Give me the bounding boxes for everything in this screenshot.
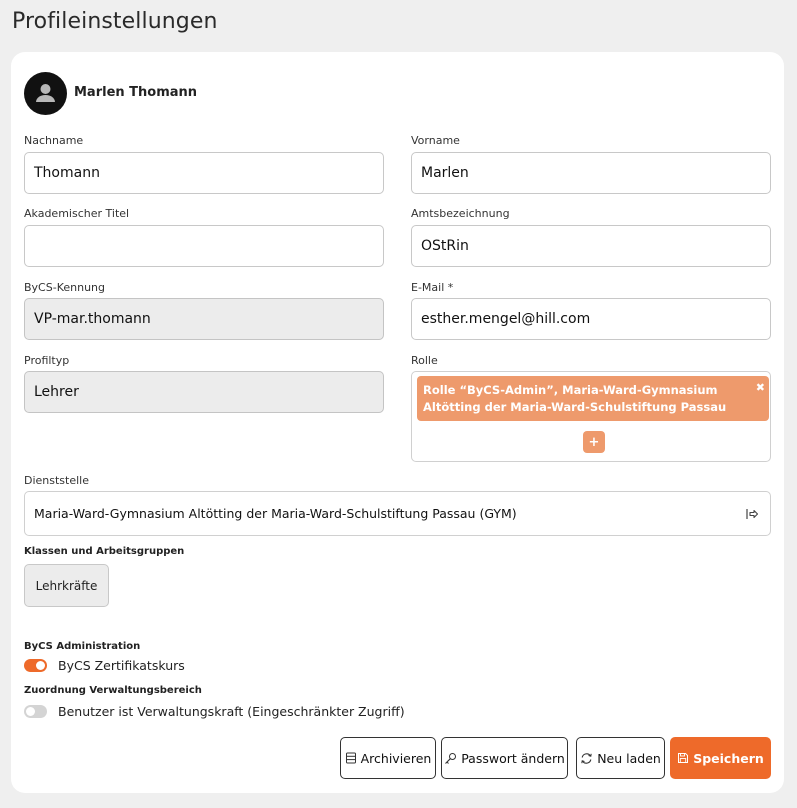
profiltyp-field: Lehrer <box>24 371 384 413</box>
zertifikatskurs-label: ByCS Zertifikatskurs <box>58 658 185 673</box>
administration-label: ByCS Administration <box>24 641 141 652</box>
change-password-label: Passwort ändern <box>461 750 565 766</box>
role-chip: Rolle “ByCS-Admin”, Maria-Ward-Gymnasium… <box>417 376 769 421</box>
vorname-label: Vorname <box>411 134 460 147</box>
amtsbezeichnung-field[interactable]: OStRin <box>411 225 771 267</box>
dienststelle-value: Maria-Ward-Gymnasium Altötting der Maria… <box>34 506 517 521</box>
save-button[interactable]: Speichern <box>670 737 771 779</box>
archive-button[interactable]: Archivieren <box>340 737 436 779</box>
user-silhouette-icon <box>36 84 55 102</box>
archive-icon <box>345 752 356 764</box>
add-role-button[interactable]: + <box>583 431 605 453</box>
save-icon <box>678 753 689 763</box>
amtsbezeichnung-label: Amtsbezeichnung <box>411 207 510 220</box>
refresh-icon <box>581 752 592 764</box>
nachname-field[interactable]: Thomann <box>24 152 384 194</box>
groups-label: Klassen und Arbeitsgruppen <box>24 546 185 557</box>
dienststelle-field[interactable]: Maria-Ward-Gymnasium Altötting der Maria… <box>24 491 771 536</box>
vorname-field[interactable]: Marlen <box>411 152 771 194</box>
page-title: Profileinstellungen <box>12 9 218 34</box>
email-field[interactable]: esther.mengel@hill.com <box>411 298 771 340</box>
dienststelle-label: Dienststelle <box>24 474 90 487</box>
kennung-label: ByCS-Kennung <box>24 281 105 294</box>
archive-button-label: Archivieren <box>360 750 432 766</box>
verwaltungskraft-label: Benutzer ist Verwaltungskraft (Eingeschr… <box>58 704 405 719</box>
goto-arrow-icon[interactable] <box>744 506 760 522</box>
group-chip-lehrkraefte[interactable]: Lehrkräfte <box>24 564 109 607</box>
save-button-label: Speichern <box>693 750 764 766</box>
profiltyp-label: Profiltyp <box>24 354 70 367</box>
kennung-field: VP-mar.thomann <box>24 298 384 340</box>
verwaltungskraft-toggle[interactable] <box>24 705 47 718</box>
profile-card: Marlen Thomann Nachname Thomann Vorname … <box>11 52 784 793</box>
avatar <box>24 72 67 115</box>
nachname-label: Nachname <box>24 134 84 147</box>
email-label: E-Mail * <box>411 281 454 294</box>
reload-button[interactable]: Neu laden <box>576 737 665 779</box>
rolle-field: Rolle “ByCS-Admin”, Maria-Ward-Gymnasium… <box>411 371 771 462</box>
rolle-label: Rolle <box>411 354 438 367</box>
role-chip-text: Rolle “ByCS-Admin”, Maria-Ward-Gymnasium… <box>423 383 727 414</box>
change-password-button[interactable]: Passwort ändern <box>441 737 568 779</box>
titel-field[interactable] <box>24 225 384 267</box>
profile-display-name: Marlen Thomann <box>74 85 198 100</box>
key-icon <box>445 752 457 764</box>
titel-label: Akademischer Titel <box>24 207 130 220</box>
zertifikatskurs-toggle[interactable] <box>24 659 47 672</box>
close-icon[interactable]: ✖ <box>756 379 765 396</box>
reload-button-label: Neu laden <box>597 750 661 766</box>
verwaltung-label: Zuordnung Verwaltungsbereich <box>24 685 202 696</box>
